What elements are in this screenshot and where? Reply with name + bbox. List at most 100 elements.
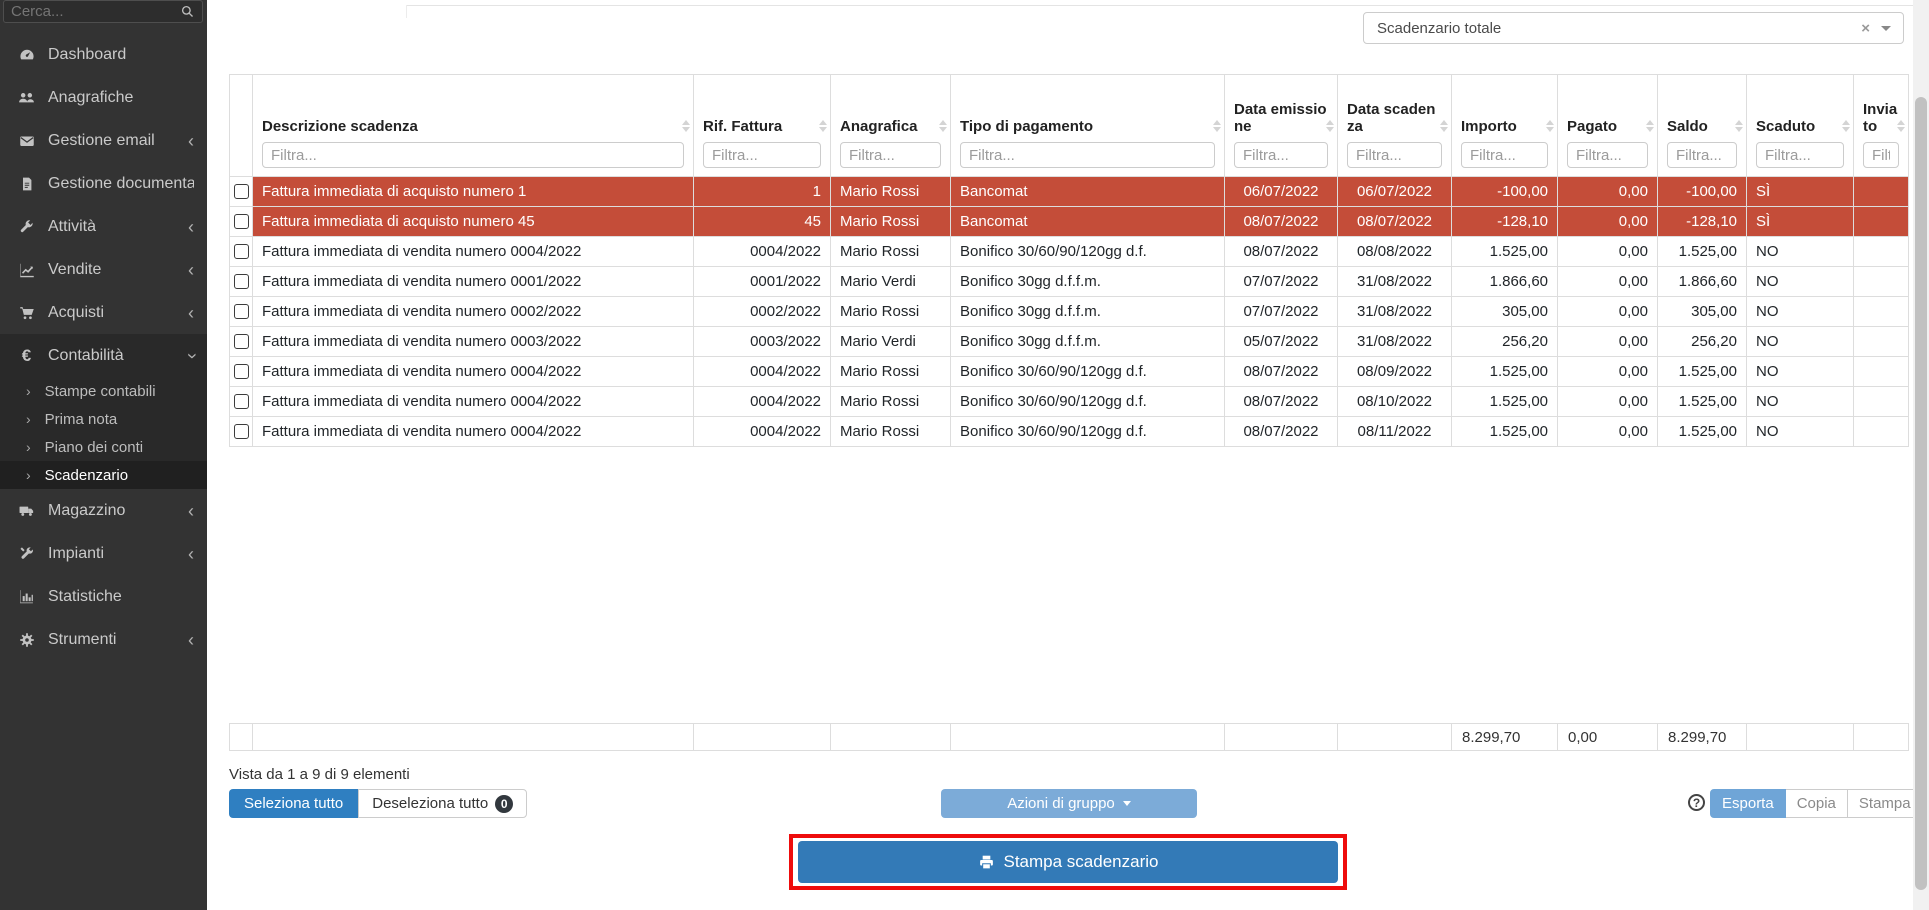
print-button[interactable]: Stampa <box>1848 789 1923 818</box>
sidebar-item-impianti[interactable]: Impianti‹ <box>0 532 207 575</box>
row-checkbox[interactable] <box>234 424 249 439</box>
column-header-pagato[interactable]: Pagato <box>1558 75 1658 177</box>
sidebar-search-input[interactable] <box>4 3 180 20</box>
sidebar-item-magazzino[interactable]: Magazzino‹ <box>0 489 207 532</box>
filter-input-pagato[interactable] <box>1567 142 1648 168</box>
print-schedule-button[interactable]: Stampa scadenzario <box>798 841 1338 883</box>
total-checkbox <box>230 724 253 751</box>
table-row[interactable]: Fattura immediata di vendita numero 0004… <box>230 237 1909 267</box>
sort-icons[interactable] <box>819 120 827 132</box>
sort-icons[interactable] <box>682 120 690 132</box>
sidebar-item-gestione-email[interactable]: Gestione email‹ <box>0 119 207 162</box>
column-header-importo[interactable]: Importo <box>1452 75 1558 177</box>
cell-rif: 1 <box>694 177 831 207</box>
copy-button[interactable]: Copia <box>1786 789 1848 818</box>
sidebar-subitem-label: Scadenzario <box>45 467 128 484</box>
table-body: Fattura immediata di acquisto numero 11M… <box>230 177 1909 447</box>
export-button[interactable]: Esporta <box>1710 789 1786 818</box>
filter-input-importo[interactable] <box>1461 142 1548 168</box>
column-header-rif-fattura[interactable]: Rif. Fattura <box>694 75 831 177</box>
row-checkbox[interactable] <box>234 184 249 199</box>
filter-input-anagrafica[interactable] <box>840 142 941 168</box>
column-header-data-scadenza[interactable]: Data scadenza <box>1338 75 1452 177</box>
sidebar-item-strumenti[interactable]: Strumenti‹ <box>0 618 207 661</box>
sidebar-item-anagrafiche[interactable]: Anagrafiche <box>0 76 207 119</box>
column-header-inviato[interactable]: Inviato <box>1854 75 1909 177</box>
sidebar-subitem-prima-nota[interactable]: ›Prima nota <box>0 405 207 433</box>
filter-input-tipo-di-pagamento[interactable] <box>960 142 1215 168</box>
cell-emissione: 05/07/2022 <box>1225 327 1338 357</box>
chevron-left-icon: ‹ <box>188 218 194 236</box>
cell-anagrafica: Mario Rossi <box>831 297 951 327</box>
sort-icons[interactable] <box>1735 120 1743 132</box>
cell-checkbox <box>230 177 253 207</box>
cell-inviato <box>1854 357 1909 387</box>
filter-input-data-scadenza[interactable] <box>1347 142 1442 168</box>
sort-icons[interactable] <box>939 120 947 132</box>
row-checkbox[interactable] <box>234 214 249 229</box>
table-row[interactable]: Fattura immediata di vendita numero 0001… <box>230 267 1909 297</box>
group-actions-button[interactable]: Azioni di gruppo <box>941 789 1197 818</box>
chevron-down-icon[interactable] <box>1881 26 1891 31</box>
sidebar-item-vendite[interactable]: Vendite‹ <box>0 248 207 291</box>
search-icon[interactable] <box>180 4 195 19</box>
sort-icons[interactable] <box>1646 120 1654 132</box>
row-checkbox[interactable] <box>234 304 249 319</box>
cell-scaduto: NO <box>1747 417 1854 447</box>
sidebar-item-dashboard[interactable]: Dashboard <box>0 33 207 76</box>
help-icon[interactable]: ? <box>1688 794 1705 811</box>
column-header-tipo-di-pagamento[interactable]: Tipo di pagamento <box>951 75 1225 177</box>
sort-icons[interactable] <box>1897 120 1905 132</box>
column-header-data-emissione[interactable]: Data emissione <box>1225 75 1338 177</box>
row-checkbox[interactable] <box>234 244 249 259</box>
deselect-all-button[interactable]: Deseleziona tutto 0 <box>358 789 527 818</box>
column-header-saldo[interactable]: Saldo <box>1658 75 1747 177</box>
row-checkbox[interactable] <box>234 274 249 289</box>
report-type-select[interactable]: Scadenzario totale × <box>1363 12 1904 44</box>
sidebar-subitem-scadenzario[interactable]: ›Scadenzario <box>0 461 207 489</box>
total-scaduto <box>1747 724 1854 751</box>
row-checkbox[interactable] <box>234 394 249 409</box>
table-row[interactable]: Fattura immediata di vendita numero 0004… <box>230 357 1909 387</box>
column-header-anagrafica[interactable]: Anagrafica <box>831 75 951 177</box>
column-header-scaduto[interactable]: Scaduto <box>1747 75 1854 177</box>
filter-input-inviato[interactable] <box>1863 142 1899 168</box>
sidebar-subitem-piano-dei-conti[interactable]: ›Piano dei conti <box>0 433 207 461</box>
table-row[interactable]: Fattura immediata di acquisto numero 11M… <box>230 177 1909 207</box>
select-all-button[interactable]: Seleziona tutto <box>229 789 358 818</box>
filter-input-descrizione-scadenza[interactable] <box>262 142 684 168</box>
table-row[interactable]: Fattura immediata di vendita numero 0004… <box>230 417 1909 447</box>
chevron-left-icon: ‹ <box>188 502 194 520</box>
sort-icons[interactable] <box>1842 120 1850 132</box>
sidebar-item-statistiche[interactable]: Statistiche <box>0 575 207 618</box>
filter-input-saldo[interactable] <box>1667 142 1737 168</box>
euro-icon: € <box>13 346 40 366</box>
filter-input-rif-fattura[interactable] <box>703 142 821 168</box>
sort-icons[interactable] <box>1546 120 1554 132</box>
table-row[interactable]: Fattura immediata di vendita numero 0004… <box>230 387 1909 417</box>
clear-selection-icon[interactable]: × <box>1850 20 1881 37</box>
print-schedule-label: Stampa scadenzario <box>1004 852 1159 872</box>
sidebar-item-attivit[interactable]: Attività‹ <box>0 205 207 248</box>
cell-importo: 1.525,00 <box>1452 237 1558 267</box>
sidebar-subitem-stampe-contabili[interactable]: ›Stampe contabili <box>0 377 207 405</box>
row-checkbox[interactable] <box>234 334 249 349</box>
sidebar-item-contabilit[interactable]: €Contabilità‹ <box>0 334 207 377</box>
filter-input-scaduto[interactable] <box>1756 142 1844 168</box>
table-row[interactable]: Fattura immediata di acquisto numero 454… <box>230 207 1909 237</box>
sort-icons[interactable] <box>1440 120 1448 132</box>
sidebar-item-acquisti[interactable]: Acquisti‹ <box>0 291 207 334</box>
sort-icons[interactable] <box>1213 120 1221 132</box>
cell-importo: -100,00 <box>1452 177 1558 207</box>
column-header-descrizione-scadenza[interactable]: Descrizione scadenza <box>253 75 694 177</box>
cell-pagato: 0,00 <box>1558 267 1658 297</box>
row-checkbox[interactable] <box>234 364 249 379</box>
scrollbar-track[interactable] <box>1913 0 1929 910</box>
sidebar-item-gestione-documentale[interactable]: Gestione documentale <box>0 162 207 205</box>
sort-icons[interactable] <box>1326 120 1334 132</box>
sidebar-nav: DashboardAnagraficheGestione email‹Gesti… <box>0 33 207 661</box>
scrollbar-thumb[interactable] <box>1915 97 1927 890</box>
table-row[interactable]: Fattura immediata di vendita numero 0003… <box>230 327 1909 357</box>
table-row[interactable]: Fattura immediata di vendita numero 0002… <box>230 297 1909 327</box>
filter-input-data-emissione[interactable] <box>1234 142 1328 168</box>
